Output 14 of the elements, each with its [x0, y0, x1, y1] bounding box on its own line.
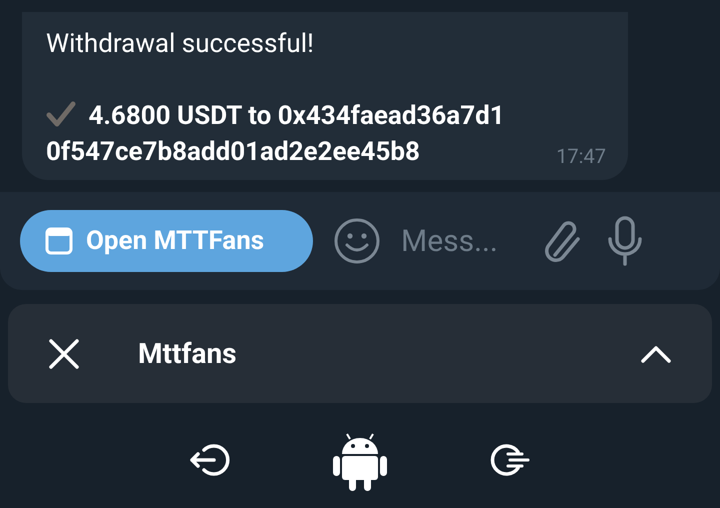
- message-time: 17:47: [556, 144, 606, 168]
- chevron-up-icon[interactable]: [640, 344, 672, 364]
- close-icon[interactable]: [48, 338, 80, 370]
- check-icon: [46, 101, 76, 127]
- message-text: 0f547ce7b8add01ad2e2ee45b8: [46, 137, 420, 167]
- message-text: Withdrawal successful!: [46, 28, 315, 61]
- message-field[interactable]: Mess...: [401, 224, 521, 258]
- back-icon[interactable]: [188, 442, 232, 478]
- mini-app-title: Mttfans: [138, 337, 238, 370]
- message-text: 4.6800 USDT to 0x434faead36a7d1: [88, 101, 505, 131]
- open-app-button[interactable]: Open MTTFans: [20, 210, 313, 272]
- recents-icon[interactable]: [488, 442, 532, 478]
- emoji-icon[interactable]: [333, 217, 381, 265]
- window-icon: [44, 226, 74, 256]
